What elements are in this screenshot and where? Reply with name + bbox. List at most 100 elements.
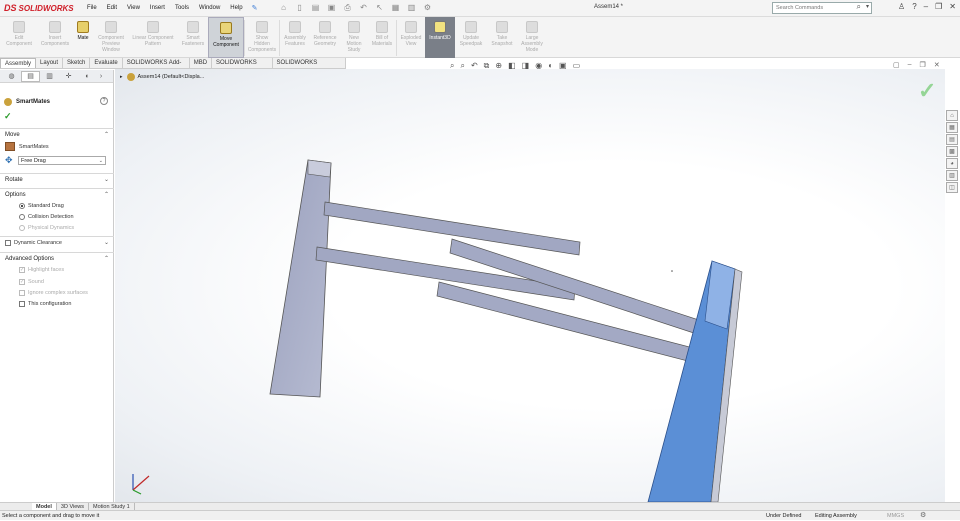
show-hidden-components-button[interactable]: Show Hidden Components bbox=[245, 17, 279, 58]
tab-mbd[interactable]: MBD bbox=[190, 58, 213, 68]
menu-tools[interactable]: Tools bbox=[170, 5, 194, 11]
move-mode-select[interactable]: Free Drag ⌄ bbox=[18, 156, 106, 165]
advanced-options-title[interactable]: Advanced Options bbox=[5, 256, 54, 262]
menu-view[interactable]: View bbox=[122, 5, 145, 11]
home-icon[interactable]: ⌂ bbox=[946, 110, 958, 121]
chevron-up-icon[interactable]: ⌃ bbox=[104, 131, 109, 138]
section-view-icon[interactable]: ⧉ bbox=[484, 61, 490, 71]
this-configuration-checkbox[interactable]: This configuration bbox=[19, 301, 71, 307]
save-icon[interactable]: ▣ bbox=[326, 3, 338, 13]
ignore-complex-surfaces-checkbox[interactable]: Ignore complex surfaces bbox=[19, 290, 88, 296]
custom-properties-icon[interactable]: ▥ bbox=[946, 170, 958, 181]
rebuild-icon[interactable]: ▦ bbox=[390, 3, 402, 13]
tab-sketch[interactable]: Sketch bbox=[63, 58, 91, 68]
viewport-restore-icon[interactable]: ❐ bbox=[920, 61, 926, 69]
rotate-section-title[interactable]: Rotate bbox=[5, 177, 23, 183]
tab-inspection[interactable]: SOLIDWORKS Inspection bbox=[273, 58, 346, 76]
restore-icon[interactable]: ❐ bbox=[935, 2, 942, 11]
update-speedpak-button[interactable]: Update Speedpak bbox=[455, 17, 487, 58]
insert-components-button[interactable]: Insert Components bbox=[38, 17, 72, 58]
dimxpert-icon[interactable]: ✛ bbox=[59, 71, 78, 82]
standard-drag-radio[interactable]: Standard Drag bbox=[19, 203, 64, 209]
file-explorer-icon[interactable]: ▤ bbox=[946, 134, 958, 145]
help-icon[interactable]: ? bbox=[100, 97, 108, 105]
assembly-model[interactable] bbox=[115, 69, 945, 503]
highlight-faces-checkbox[interactable]: ✓ Highlight faces bbox=[19, 267, 64, 273]
menu-insert[interactable]: Insert bbox=[145, 5, 170, 11]
smart-fasteners-button[interactable]: Smart Fasteners bbox=[178, 17, 208, 58]
assembly-features-button[interactable]: Assembly Features bbox=[280, 17, 310, 58]
tab-cam[interactable]: SOLIDWORKS CAM bbox=[212, 58, 273, 76]
menu-edit[interactable]: Edit bbox=[102, 5, 122, 11]
tab-evaluate[interactable]: Evaluate bbox=[90, 58, 123, 68]
configuration-manager-icon[interactable]: ▥ bbox=[40, 71, 59, 82]
menu-window[interactable]: Window bbox=[194, 5, 225, 11]
mate-button[interactable]: Mate bbox=[72, 17, 94, 58]
take-snapshot-button[interactable]: Take Snapshot bbox=[487, 17, 517, 58]
viewport-close-icon[interactable]: ✕ bbox=[934, 61, 940, 69]
tab-addins[interactable]: SOLIDWORKS Add-Ins bbox=[123, 58, 190, 76]
forum-icon[interactable]: ◫ bbox=[946, 182, 958, 193]
appearances-icon[interactable]: ◕ bbox=[946, 158, 958, 169]
collision-detection-radio[interactable]: Collision Detection bbox=[19, 214, 74, 220]
tab-motion-study[interactable]: Motion Study 1 bbox=[89, 503, 135, 510]
move-component-button[interactable]: Move Component bbox=[208, 17, 244, 58]
display-manager-icon[interactable]: ◐ bbox=[78, 71, 97, 82]
home-icon[interactable]: ⌂ bbox=[278, 3, 290, 13]
close-icon[interactable]: ✕ bbox=[949, 2, 956, 11]
pin-menu-icon[interactable]: ✎ bbox=[248, 4, 262, 12]
view-orientation-icon[interactable]: ◧ bbox=[508, 61, 516, 71]
menu-file[interactable]: File bbox=[82, 5, 102, 11]
move-section-title[interactable]: Move bbox=[5, 132, 20, 138]
sound-checkbox[interactable]: ✓ Sound bbox=[19, 279, 44, 285]
previous-view-icon[interactable]: ↶ bbox=[471, 61, 478, 71]
print-icon[interactable]: ⎙ bbox=[342, 3, 354, 13]
design-library-icon[interactable]: ▦ bbox=[946, 122, 958, 133]
bill-of-materials-button[interactable]: Bill of Materials bbox=[368, 17, 396, 58]
select-icon[interactable]: ↖ bbox=[374, 3, 386, 13]
feature-manager-icon[interactable]: ◍ bbox=[2, 71, 21, 82]
minimize-icon[interactable]: – bbox=[924, 2, 928, 11]
property-manager-icon[interactable]: ▤ bbox=[21, 70, 40, 82]
view-palette-icon[interactable]: ▩ bbox=[946, 146, 958, 157]
options-gear-icon[interactable]: ⚙ bbox=[422, 3, 434, 13]
open-icon[interactable]: ▤ bbox=[310, 3, 322, 13]
physical-dynamics-radio[interactable]: Physical Dynamics bbox=[19, 225, 74, 231]
file-properties-icon[interactable]: ▥ bbox=[406, 3, 418, 13]
new-motion-study-button[interactable]: New Motion Study bbox=[340, 17, 368, 58]
edit-appearance-icon[interactable]: ◐ bbox=[548, 61, 553, 71]
display-style-icon[interactable]: ◨ bbox=[522, 61, 530, 71]
tab-assembly[interactable]: Assembly bbox=[0, 58, 37, 68]
new-document-icon[interactable]: ▯ bbox=[294, 3, 306, 13]
large-assembly-mode-button[interactable]: Large Assembly Mode bbox=[517, 17, 547, 58]
linear-component-pattern-button[interactable]: Linear Component Pattern bbox=[128, 17, 178, 58]
smartmates-toggle[interactable]: SmartMates bbox=[5, 142, 49, 151]
help-icon[interactable]: ? bbox=[912, 2, 916, 11]
ok-check-icon[interactable]: ✓ bbox=[4, 111, 12, 122]
zoom-area-icon[interactable]: ⌕ bbox=[460, 61, 464, 71]
tab-layout[interactable]: Layout bbox=[36, 58, 64, 68]
undo-icon[interactable]: ↶ bbox=[358, 3, 370, 13]
reference-geometry-button[interactable]: Reference Geometry bbox=[310, 17, 340, 58]
solidworks-logo[interactable]: DS SOLIDWORKS bbox=[0, 0, 82, 17]
search-icon[interactable]: ⌕ bbox=[857, 2, 861, 12]
chevron-up-icon[interactable]: ⌃ bbox=[104, 255, 109, 262]
search-dropdown-icon[interactable]: ▾ bbox=[866, 3, 869, 10]
chevron-up-icon[interactable]: ⌃ bbox=[104, 191, 109, 198]
graphics-area[interactable] bbox=[115, 69, 945, 503]
chevron-down-icon[interactable]: ⌄ bbox=[104, 176, 109, 183]
search-commands-input[interactable]: Search Commands ⌕ ▾ bbox=[772, 2, 872, 14]
user-icon[interactable]: ♙ bbox=[898, 2, 905, 11]
menu-help[interactable]: Help bbox=[225, 5, 247, 11]
chevron-down-icon[interactable]: ⌄ bbox=[104, 239, 109, 246]
left-plate[interactable] bbox=[269, 159, 332, 398]
hide-show-items-icon[interactable]: ◉ bbox=[535, 61, 542, 71]
edit-component-button[interactable]: Edit Component bbox=[0, 17, 38, 58]
tab-3d-views[interactable]: 3D Views bbox=[57, 503, 90, 510]
tab-model[interactable]: Model bbox=[32, 503, 57, 510]
dynamic-annotation-icon[interactable]: ⊕ bbox=[495, 61, 502, 71]
viewport-minimize-icon[interactable]: – bbox=[908, 61, 912, 69]
options-section-title[interactable]: Options bbox=[5, 192, 26, 198]
panel-expand-icon[interactable]: › bbox=[97, 71, 105, 82]
apply-scene-icon[interactable]: ▣ bbox=[559, 61, 567, 71]
